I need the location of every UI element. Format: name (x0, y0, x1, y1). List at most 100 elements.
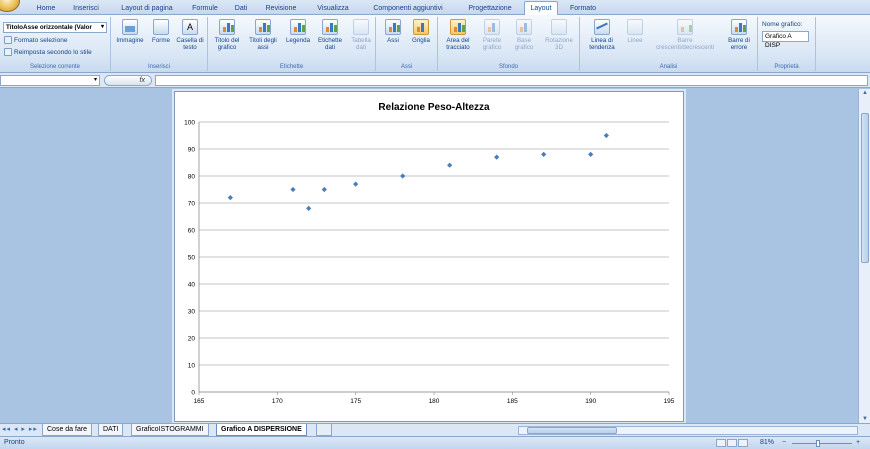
tab-format[interactable]: Formato (562, 2, 604, 15)
y-tick-label: 60 (188, 228, 196, 235)
sheet-tab-dati[interactable]: DATI (98, 424, 124, 436)
formula-input[interactable] (155, 75, 868, 86)
group-background: Area del tracciato Parete grafico Base g… (438, 17, 580, 71)
zoom-level[interactable]: 81% (760, 437, 774, 449)
zoom-slider[interactable] (792, 440, 852, 447)
group-label-background: Sfondo (498, 64, 519, 70)
x-tick-label: 165 (194, 398, 205, 405)
chart-floor-button[interactable]: Base grafico (509, 19, 539, 51)
tab-layout[interactable]: Layout (524, 1, 558, 16)
error-bars-button[interactable]: Barre di errore (722, 19, 756, 51)
axes-icon (385, 19, 401, 35)
normal-view-icon[interactable] (716, 439, 726, 447)
insert-sheet-icon[interactable] (316, 424, 332, 436)
y-tick-label: 70 (188, 201, 196, 208)
plot-area-icon (450, 19, 466, 35)
group-properties: Nome grafico: Grafico A DISP Proprietà (758, 17, 816, 71)
scatter-chart: Relazione Peso-Altezza 0 10 20 30 40 50 60 70 80 9… (184, 102, 675, 405)
vertical-scroll-thumb[interactable] (861, 113, 869, 263)
x-tick-label: 180 (429, 398, 440, 405)
name-box[interactable]: ▾ (0, 75, 100, 86)
tab-design[interactable]: Progettazione (458, 2, 522, 15)
zoom-out-icon[interactable]: − (782, 437, 786, 449)
chart-title-button[interactable]: Titolo del grafico (211, 19, 243, 51)
group-insert: Immagine Forme A Casella di testo Inseri… (111, 17, 208, 71)
tab-data[interactable]: Dati (228, 2, 254, 15)
y-tick-label: 80 (188, 174, 196, 181)
lines-button[interactable]: Linee (622, 19, 648, 44)
legend-button[interactable]: Legenda (283, 19, 313, 44)
sheet-tab-bar: ◂◂ ◂ ▸ ▸▸ Cose da fare DATI GraficoISTOG… (0, 423, 870, 436)
zoom-slider-knob[interactable] (816, 440, 820, 447)
chart-floor-label: Base grafico (514, 37, 534, 51)
tab-home[interactable]: Home (30, 2, 62, 15)
data-labels-label: Etichette dati (317, 37, 343, 51)
office-button[interactable] (0, 0, 20, 12)
data-point (290, 186, 296, 193)
data-point (588, 151, 594, 157)
tab-view[interactable]: Visualizza (308, 2, 358, 15)
y-tick-label: 50 (188, 255, 196, 262)
reset-style-label: Reimposta secondo lo stile (14, 48, 92, 56)
trendline-label: Linea di tendenza (589, 37, 615, 51)
page-layout-view-icon[interactable] (727, 439, 737, 447)
group-label-analysis: Analisi (659, 64, 678, 70)
chart-floor-icon (516, 19, 532, 35)
data-table-icon (353, 19, 369, 35)
chart-element-dropdown[interactable]: TitoloAsse orizzontale (Valor ▾ (3, 22, 107, 33)
vertical-scrollbar[interactable]: ▲ ▼ (858, 89, 870, 427)
horizontal-scroll-thumb[interactable] (527, 427, 617, 434)
3d-rotation-button[interactable]: Rotazione 3D (541, 19, 577, 51)
tab-review[interactable]: Revisione (258, 2, 304, 15)
plot-area-button[interactable]: Area del tracciato (441, 19, 475, 51)
axes-button[interactable]: Assi (381, 19, 405, 44)
up-down-bars-button[interactable]: Barre crescenti/decrescenti (652, 19, 718, 51)
reset-style-button[interactable]: Reimposta secondo lo stile (4, 48, 92, 56)
trendline-icon (594, 19, 610, 35)
ribbon: TitoloAsse orizzontale (Valor ▾ Formato … (0, 15, 870, 73)
group-label-insert: Inserisci (147, 64, 170, 70)
data-labels-button[interactable]: Etichette dati (314, 19, 346, 51)
sheet-tab-grafico-dispersione[interactable]: Grafico A DISPERSIONE (216, 424, 307, 436)
format-selection-label: Formato selezione (14, 36, 68, 44)
error-bars-label: Barre di errore (728, 37, 750, 51)
shapes-button[interactable]: Forme (148, 19, 174, 44)
tab-formulas[interactable]: Formule (186, 2, 224, 15)
sheet-tab-cose-da-fare[interactable]: Cose da fare (42, 424, 93, 436)
gridlines-button[interactable]: Griglia (408, 19, 434, 44)
sheet-tab-grafico-istogrammi[interactable]: GraficoISTOGRAMMI (131, 424, 209, 436)
chart-area[interactable]: Relazione Peso-Altezza 0 10 20 30 40 50 60 70 80 9… (174, 91, 684, 422)
axis-titles-label: Titoli degli assi (249, 37, 277, 51)
group-labels: Titolo del grafico Titoli degli assi Leg… (208, 17, 376, 71)
group-analysis: Linea di tendenza Linee Barre crescenti/… (580, 17, 758, 71)
chart-name-input[interactable]: Grafico A DISP (762, 31, 809, 49)
chart-wall-button[interactable]: Parete grafico (477, 19, 507, 51)
picture-button[interactable]: Immagine (114, 19, 146, 44)
sheet-nav-arrows-icon[interactable]: ◂◂ ◂ ▸ ▸▸ (2, 425, 38, 433)
chart-title-label: Titolo del grafico (214, 37, 240, 51)
data-table-button[interactable]: Tabella dati (347, 19, 375, 51)
gridlines-label: Griglia (412, 37, 430, 44)
data-point (447, 162, 453, 168)
page-break-view-icon[interactable] (738, 439, 748, 447)
up-down-bars-label: Barre crescenti/decrescenti (655, 37, 715, 51)
data-point (494, 154, 500, 160)
chart-wall-icon (484, 19, 500, 35)
picture-label: Immagine (116, 37, 144, 44)
scroll-up-icon[interactable]: ▲ (860, 90, 870, 100)
tab-addins[interactable]: Componenti aggiuntivi (362, 2, 454, 15)
axes-label: Assi (387, 37, 399, 44)
chart-element-value: TitoloAsse orizzontale (Valor (6, 24, 92, 31)
horizontal-scrollbar[interactable] (518, 426, 858, 435)
insert-function-button[interactable]: fx (104, 75, 152, 86)
tab-page-layout[interactable]: Layout di pagina (112, 2, 182, 15)
data-point (541, 151, 547, 157)
trendline-button[interactable]: Linea di tendenza (584, 19, 620, 51)
format-selection-button[interactable]: Formato selezione (4, 36, 67, 44)
zoom-in-icon[interactable]: + (856, 437, 860, 449)
group-label-labels: Etichette (279, 64, 304, 70)
tab-insert[interactable]: Inserisci (66, 2, 106, 15)
text-box-icon: A (182, 19, 198, 35)
text-box-button[interactable]: A Casella di testo (175, 19, 205, 51)
axis-titles-button[interactable]: Titoli degli assi (245, 19, 281, 51)
